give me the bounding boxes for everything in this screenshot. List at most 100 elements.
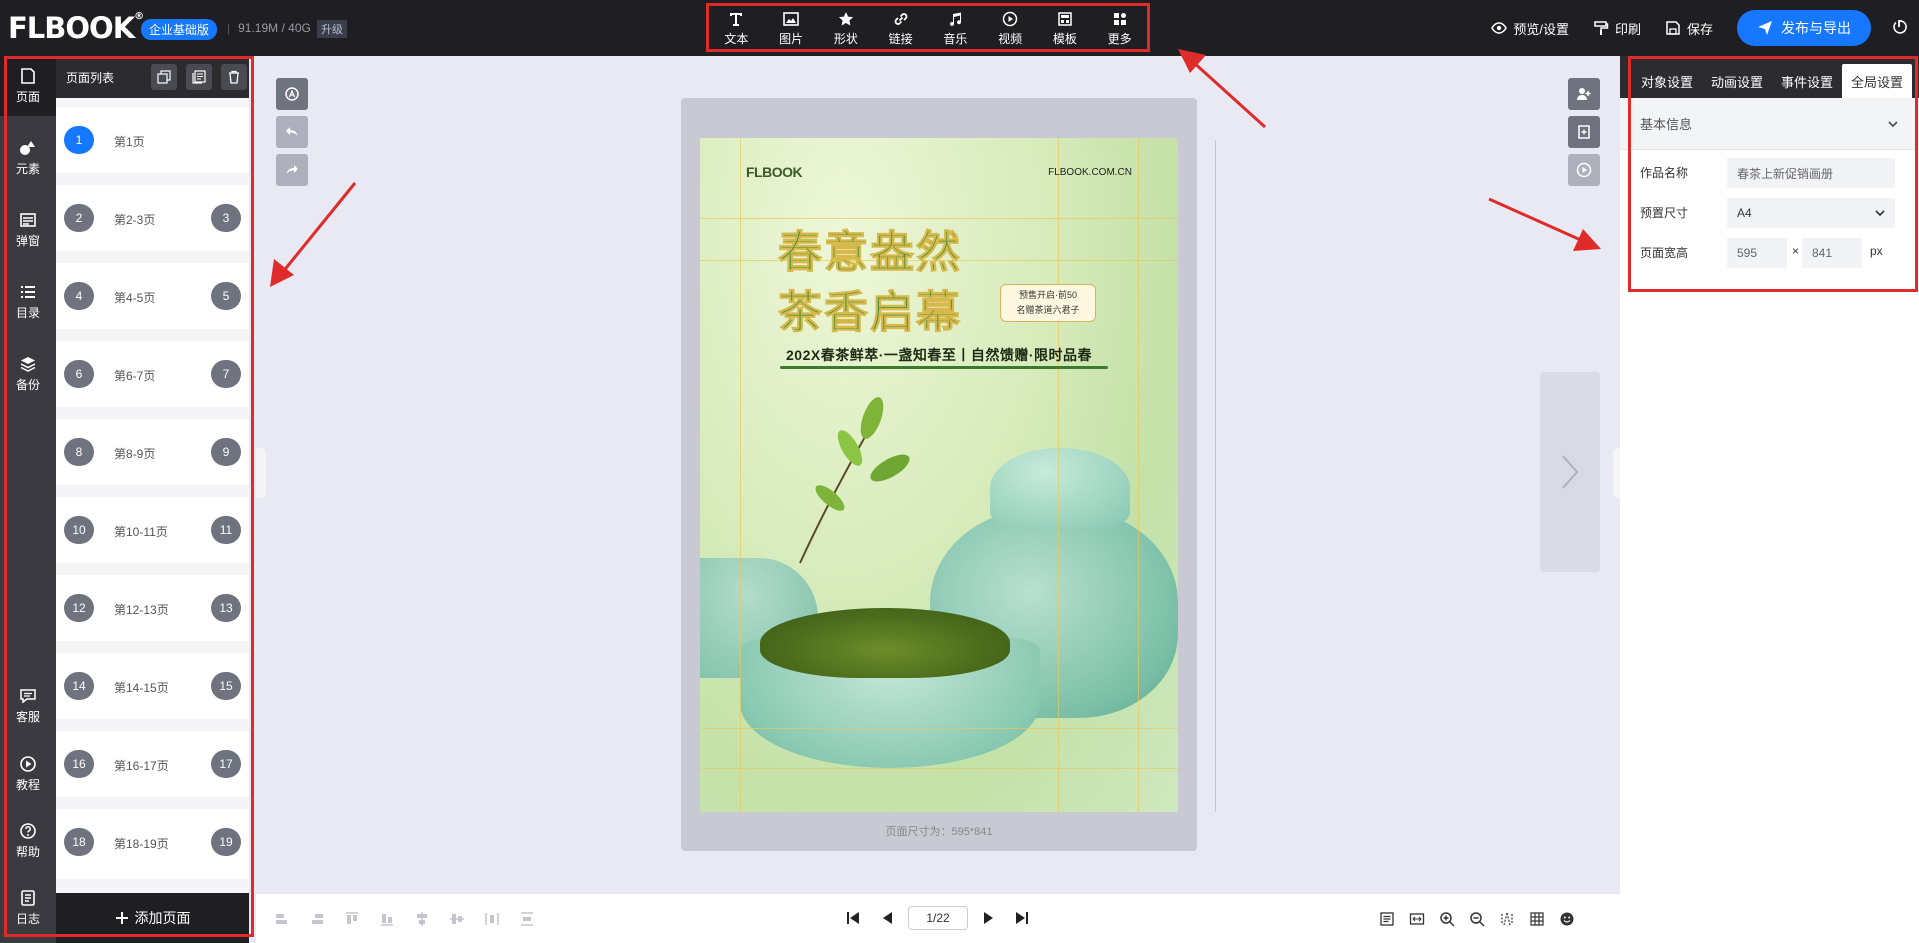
text-icon bbox=[728, 9, 744, 29]
rail-help[interactable]: 帮助 bbox=[0, 811, 56, 871]
duplicate-page-button[interactable] bbox=[186, 64, 212, 90]
page-row-2[interactable]: 2 第2-3页 3 bbox=[56, 185, 249, 251]
page-settings-button[interactable] bbox=[1568, 116, 1600, 148]
preset-size-select[interactable]: A4 bbox=[1727, 198, 1895, 228]
basic-info-section[interactable]: 基本信息 bbox=[1620, 98, 1919, 150]
rail-elements[interactable]: 元素 bbox=[0, 128, 56, 188]
tool-template[interactable]: 模板 bbox=[1041, 9, 1089, 47]
page-row-label: 第2-3页 bbox=[114, 213, 156, 227]
zoom-in-icon[interactable] bbox=[1439, 911, 1455, 927]
unit-label: px bbox=[1870, 244, 1883, 258]
tab-event-settings[interactable]: 事件设置 bbox=[1772, 64, 1842, 98]
save-button[interactable]: 保存 bbox=[1665, 19, 1713, 38]
page-row-9[interactable]: 16 第16-17页 17 bbox=[56, 731, 249, 797]
grid-icon[interactable] bbox=[1529, 911, 1545, 927]
rail-page[interactable]: 页面 bbox=[0, 56, 56, 116]
redo-button[interactable] bbox=[276, 154, 308, 186]
emoji-icon[interactable] bbox=[1559, 911, 1575, 927]
tool-video[interactable]: 视频 bbox=[986, 9, 1034, 47]
guides-toggle-icon[interactable] bbox=[1499, 911, 1515, 927]
undo-icon bbox=[286, 127, 298, 137]
preview-settings-button[interactable]: 预览/设置 bbox=[1491, 19, 1569, 38]
print-button[interactable]: 印刷 bbox=[1593, 19, 1641, 38]
tool-shape[interactable]: 形状 bbox=[822, 9, 870, 47]
copy-icon bbox=[157, 70, 171, 84]
page-row-3[interactable]: 4 第4-5页 5 bbox=[56, 263, 249, 329]
power-icon bbox=[1893, 19, 1907, 34]
last-page-button[interactable] bbox=[1014, 910, 1030, 926]
first-page-button[interactable] bbox=[845, 910, 861, 926]
undo-button[interactable] bbox=[276, 116, 308, 148]
page-number-badge: 19 bbox=[211, 828, 241, 856]
paint-roller-icon bbox=[1594, 21, 1609, 35]
poster-page[interactable]: FLBOOK FLBOOK.COM.CN 春意盎然 茶香启幕 预售开启·前50 … bbox=[700, 138, 1178, 812]
align-top-icon[interactable] bbox=[344, 911, 360, 927]
add-page-button[interactable]: 添加页面 bbox=[56, 893, 249, 943]
preset-size-label: 预置尺寸 bbox=[1640, 206, 1689, 220]
upgrade-button[interactable]: 升级 bbox=[317, 20, 347, 38]
tool-image[interactable]: 图片 bbox=[767, 9, 815, 47]
page-height-input[interactable]: 841 bbox=[1802, 238, 1862, 268]
page-list-header: 页面列表 bbox=[56, 56, 249, 98]
page-row-5[interactable]: 8 第8-9页 9 bbox=[56, 419, 249, 485]
canvas-guide-line bbox=[1215, 140, 1216, 812]
align-bottom-icon[interactable] bbox=[379, 911, 395, 927]
copy-page-button[interactable] bbox=[151, 64, 177, 90]
tool-text[interactable]: 文本 bbox=[712, 9, 760, 47]
next-page-nav-button[interactable] bbox=[980, 910, 996, 926]
image-icon bbox=[783, 9, 799, 29]
settings-panel: 对象设置 动画设置 事件设置 全局设置 基本信息 作品名称 春茶上新促销画册 预… bbox=[1620, 56, 1919, 943]
distribute-v-icon[interactable] bbox=[519, 911, 535, 927]
page-number-badge: 11 bbox=[211, 516, 241, 544]
rail-toc[interactable]: 目录 bbox=[0, 272, 56, 332]
work-name-label: 作品名称 bbox=[1640, 166, 1689, 180]
rail-backup[interactable]: 备份 bbox=[0, 344, 56, 404]
work-name-input[interactable]: 春茶上新促销画册 bbox=[1727, 158, 1895, 188]
rail-tutorial[interactable]: 教程 bbox=[0, 744, 56, 804]
next-page-button[interactable] bbox=[1540, 372, 1600, 572]
page-number-badge: 5 bbox=[211, 282, 241, 310]
poster-title-line1: 春意盎然 bbox=[778, 227, 962, 279]
tool-music[interactable]: 音乐 bbox=[931, 9, 979, 47]
tool-link[interactable]: 链接 bbox=[877, 9, 925, 47]
page-number-badge: 4 bbox=[64, 282, 94, 310]
eye-icon bbox=[1491, 22, 1508, 34]
rail-service[interactable]: 客服 bbox=[0, 676, 56, 736]
delete-page-button[interactable] bbox=[221, 64, 247, 90]
page-number-badge: 8 bbox=[64, 438, 94, 466]
play-preview-button[interactable] bbox=[1568, 154, 1600, 186]
align-left-icon[interactable] bbox=[274, 911, 290, 927]
align-right-icon[interactable] bbox=[309, 911, 325, 927]
chevron-down-icon bbox=[1888, 120, 1898, 127]
tab-global-settings[interactable]: 全局设置 bbox=[1842, 64, 1913, 98]
template-icon bbox=[1057, 9, 1073, 29]
zoom-out-icon[interactable] bbox=[1469, 911, 1485, 927]
page-number-badge: 10 bbox=[64, 516, 94, 544]
page-indicator[interactable]: 1/22 bbox=[908, 906, 968, 930]
page-row-8[interactable]: 14 第14-15页 15 bbox=[56, 653, 249, 719]
rail-log[interactable]: 日志 bbox=[0, 878, 56, 938]
page-row-10[interactable]: 18 第18-19页 19 bbox=[56, 809, 249, 879]
collaborate-button[interactable] bbox=[1568, 78, 1600, 110]
tab-object-settings[interactable]: 对象设置 bbox=[1632, 64, 1702, 98]
prev-page-button[interactable] bbox=[880, 910, 896, 926]
publish-export-button[interactable]: 发布与导出 bbox=[1737, 10, 1871, 46]
page-row-1[interactable]: 1 第1页 bbox=[56, 107, 249, 173]
logout-button[interactable] bbox=[1891, 19, 1907, 38]
star-icon bbox=[838, 9, 854, 29]
page-row-7[interactable]: 12 第12-13页 13 bbox=[56, 575, 249, 641]
page-row-6[interactable]: 10 第10-11页 11 bbox=[56, 497, 249, 563]
tab-animation-settings[interactable]: 动画设置 bbox=[1702, 64, 1772, 98]
page-width-input[interactable]: 595 bbox=[1727, 238, 1787, 268]
text-list-icon[interactable] bbox=[1379, 911, 1395, 927]
rail-popup[interactable]: 弹窗 bbox=[0, 200, 56, 260]
page-row-4[interactable]: 6 第6-7页 7 bbox=[56, 341, 249, 407]
tool-more[interactable]: 更多 bbox=[1096, 9, 1144, 47]
distribute-h-icon[interactable] bbox=[484, 911, 500, 927]
page-size-wh-label: 页面宽高 bbox=[1640, 246, 1689, 260]
collapse-left-handle[interactable] bbox=[256, 448, 266, 498]
align-center-v-icon[interactable] bbox=[449, 911, 465, 927]
ai-assist-button[interactable] bbox=[276, 78, 308, 110]
fit-width-icon[interactable] bbox=[1409, 911, 1425, 927]
align-center-h-icon[interactable] bbox=[414, 911, 430, 927]
